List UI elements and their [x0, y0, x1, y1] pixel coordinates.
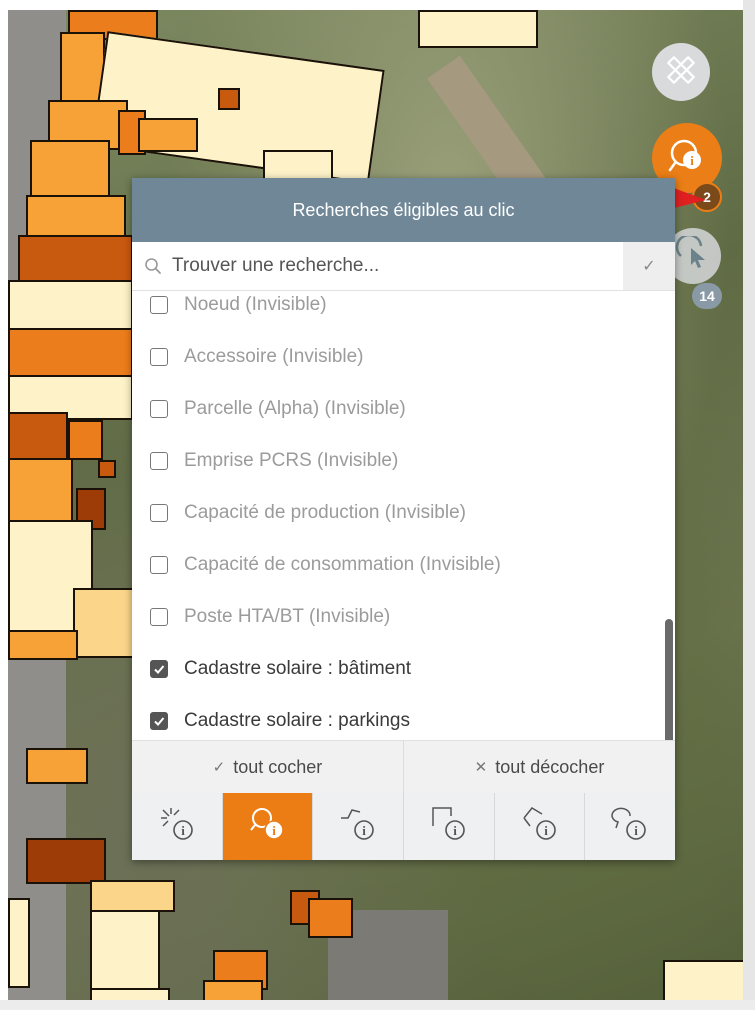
checkbox-unchecked[interactable]: [150, 452, 168, 470]
query-mode-button[interactable]: i: [584, 793, 675, 860]
building: [90, 988, 170, 1000]
search-list-item[interactable]: Cadastre solaire : parkings: [132, 695, 662, 741]
building: [663, 960, 743, 1000]
scrollbar[interactable]: [665, 619, 673, 741]
search-validate-button[interactable]: ✓: [623, 242, 675, 290]
checkbox-unchecked[interactable]: [150, 608, 168, 626]
building: [18, 235, 133, 285]
search-list-item[interactable]: Poste HTA/BT (Invisible): [132, 591, 662, 643]
search-icon: [132, 257, 168, 275]
checkbox-unchecked[interactable]: [150, 556, 168, 574]
search-input[interactable]: [168, 244, 623, 288]
search-list-item[interactable]: Cadastre solaire : bâtiment: [132, 643, 662, 695]
checkbox-unchecked[interactable]: [150, 400, 168, 418]
svg-text:i: i: [181, 823, 185, 838]
search-list-item[interactable]: Accessoire (Invisible): [132, 331, 662, 383]
search-list-item-label: Noeud (Invisible): [184, 294, 327, 315]
check-icon: ✓: [212, 759, 226, 776]
search-list-item-label: Cadastre solaire : parkings: [184, 710, 410, 731]
building: [68, 420, 103, 460]
search-list-item[interactable]: Noeud (Invisible): [132, 291, 662, 331]
search-list-item-label: Cadastre solaire : bâtiment: [184, 658, 412, 679]
svg-text:i: i: [544, 823, 548, 838]
search-list-item-label: Parcelle (Alpha) (Invisible): [184, 398, 406, 419]
rectangle-info-icon: i: [429, 804, 469, 849]
search-list[interactable]: Noeud (Invisible) Accessoire (Invisible) P…: [132, 291, 675, 741]
checkbox-checked[interactable]: [150, 660, 168, 678]
svg-text:i: i: [690, 153, 694, 168]
query-mode-toolbar: iiiiii: [132, 793, 675, 860]
search-bar: ✓: [132, 242, 675, 291]
search-list-item[interactable]: Capacité de consommation (Invisible): [132, 539, 662, 591]
query-mode-button[interactable]: i: [403, 793, 494, 860]
check-all-button[interactable]: ✓ tout cocher: [132, 741, 403, 793]
search-list-item[interactable]: Emprise PCRS (Invisible): [132, 435, 662, 487]
selection-count-badge: 14: [692, 283, 722, 309]
line-info-icon: i: [338, 804, 378, 849]
building: [418, 10, 538, 48]
building: [8, 898, 30, 988]
search-list-item-label: Poste HTA/BT (Invisible): [184, 606, 391, 627]
checkbox-unchecked[interactable]: [150, 348, 168, 366]
building: [26, 838, 106, 884]
clickable-searches-panel: Recherches éligibles au clic ✓ Noeud (In…: [132, 178, 675, 860]
window-edge: [743, 0, 755, 1010]
check-icon: ✓: [642, 258, 656, 275]
building: [98, 460, 116, 478]
search-list-item[interactable]: Parcelle (Alpha) (Invisible): [132, 383, 662, 435]
search-list-item-label: Accessoire (Invisible): [184, 346, 364, 367]
lasso-info-icon: i: [610, 804, 650, 849]
checkbox-checked[interactable]: [150, 712, 168, 730]
search-list-item[interactable]: Capacité de production (Invisible): [132, 487, 662, 539]
building: [8, 630, 78, 660]
close-icon: ✕: [474, 759, 488, 776]
building: [8, 280, 133, 335]
building: [26, 748, 88, 784]
building: [8, 458, 73, 523]
building: [308, 898, 353, 938]
click-point-info-icon: i: [157, 804, 197, 849]
check-all-label: tout cocher: [233, 756, 323, 777]
bulk-actions: ✓ tout cocher ✕ tout décocher: [132, 740, 675, 793]
checkbox-unchecked[interactable]: [150, 504, 168, 522]
building: [138, 118, 198, 152]
cursor-select-icon: [675, 233, 711, 277]
panel-title: Recherches éligibles au clic: [132, 178, 675, 242]
building: [73, 588, 138, 658]
building: [90, 880, 175, 912]
measure-tool-button[interactable]: [652, 43, 710, 101]
query-mode-button[interactable]: i: [221, 793, 313, 860]
uncheck-all-label: tout décocher: [495, 756, 605, 777]
search-list-item-label: Emprise PCRS (Invisible): [184, 450, 399, 471]
search-info-icon: i: [248, 804, 288, 849]
search-info-icon: i: [667, 136, 707, 181]
svg-text:i: i: [272, 823, 276, 838]
building: [218, 88, 240, 110]
query-mode-button[interactable]: i: [312, 793, 403, 860]
svg-text:i: i: [362, 823, 366, 838]
building: [30, 140, 110, 200]
ruler-pencil-icon: [663, 52, 699, 93]
uncheck-all-button[interactable]: ✕ tout décocher: [403, 741, 675, 793]
building: [203, 980, 263, 1000]
checkbox-unchecked[interactable]: [150, 296, 168, 314]
search-list-item-label: Capacité de production (Invisible): [184, 502, 466, 523]
query-mode-button[interactable]: i: [493, 793, 585, 860]
svg-text:i: i: [634, 823, 638, 838]
polygon-info-icon: i: [520, 804, 560, 849]
query-mode-button[interactable]: i: [132, 793, 222, 860]
building: [90, 910, 160, 990]
window-edge: [0, 1000, 755, 1010]
search-list-item-label: Capacité de consommation (Invisible): [184, 554, 501, 575]
svg-text:i: i: [453, 823, 457, 838]
